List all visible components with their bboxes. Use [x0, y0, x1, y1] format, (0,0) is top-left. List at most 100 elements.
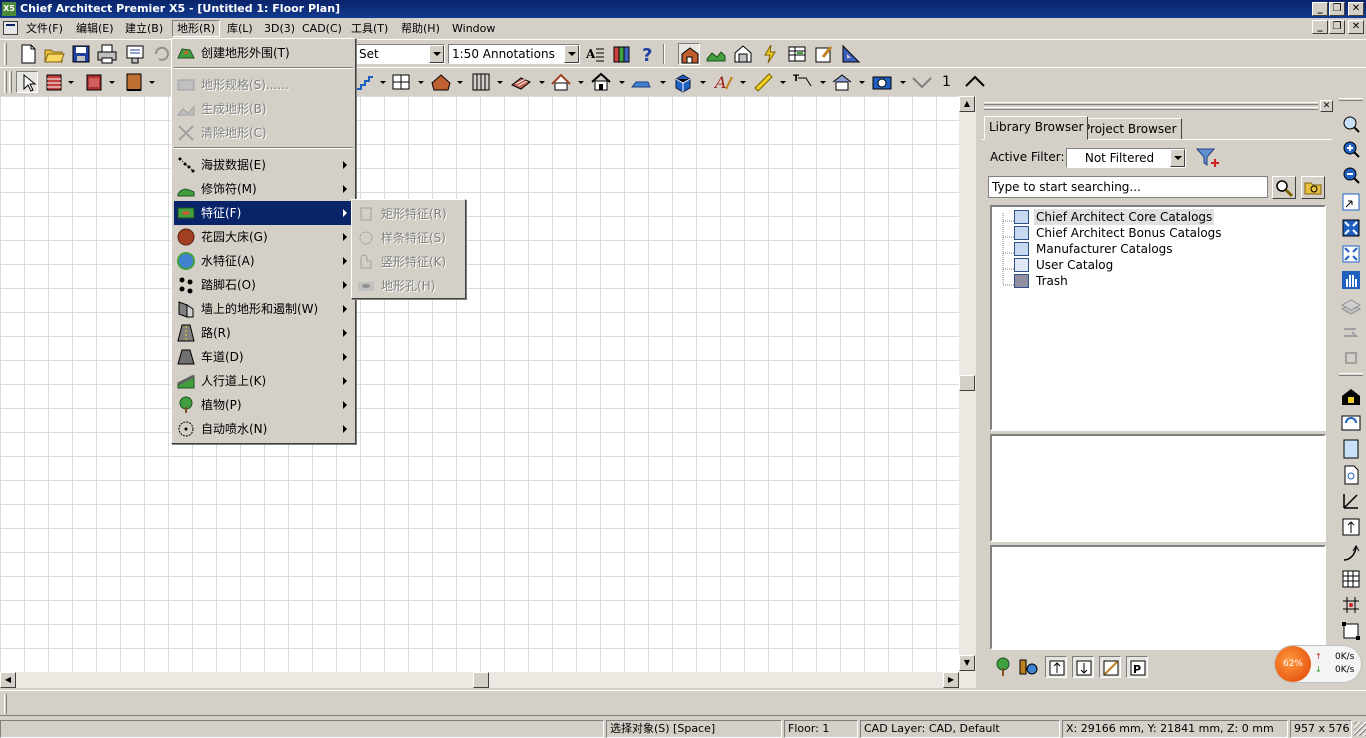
- save-icon[interactable]: [70, 43, 92, 65]
- menu-window[interactable]: Window: [448, 20, 499, 37]
- chevron-down-icon[interactable]: [68, 81, 74, 84]
- zoom-out-icon[interactable]: [1340, 165, 1362, 187]
- edit-box-icon[interactable]: [1340, 620, 1362, 642]
- cad-line-tool-icon[interactable]: T: [792, 71, 814, 93]
- fill-window-all-icon[interactable]: [1340, 243, 1362, 265]
- chevron-down-icon[interactable]: [109, 81, 115, 84]
- arrow-up-box-icon[interactable]: [1340, 516, 1362, 538]
- help-icon[interactable]: ?: [637, 43, 659, 66]
- annotation-icon[interactable]: [813, 43, 835, 65]
- scroll-up-icon[interactable]: ▲: [959, 96, 975, 112]
- floor-down-icon[interactable]: [911, 71, 933, 93]
- menu-help[interactable]: 帮助(H): [397, 20, 444, 37]
- toolbar-grip[interactable]: [4, 43, 7, 65]
- menu-item-road[interactable]: 路(R): [174, 321, 353, 345]
- menu-item-driveway[interactable]: 车道(D): [174, 345, 353, 369]
- 3d-box-tool-icon[interactable]: [672, 71, 694, 93]
- chevron-down-icon[interactable]: [700, 81, 706, 84]
- wall-tool-icon[interactable]: [43, 71, 65, 93]
- close-button[interactable]: ✕: [1348, 2, 1364, 16]
- filter-funnel-icon[interactable]: [1194, 145, 1220, 171]
- doc-restore-button[interactable]: ❐: [1329, 20, 1345, 34]
- camera-tool-icon[interactable]: [871, 71, 893, 93]
- menu-item-modifiers[interactable]: 修饰符(M): [174, 177, 353, 201]
- undo-view-icon[interactable]: [1340, 347, 1362, 369]
- preview-toggle-icon[interactable]: P: [1126, 656, 1148, 678]
- door-tool-icon[interactable]: [123, 71, 145, 93]
- menu-item-water-feature[interactable]: 水特征(A): [174, 249, 353, 273]
- library-tree[interactable]: Chief Architect Core Catalogs Chief Arch…: [990, 205, 1326, 431]
- stretch-object-icon[interactable]: [1099, 656, 1121, 678]
- floor-up-icon[interactable]: [964, 71, 986, 93]
- menu-item-terrain-hole[interactable]: 地形孔(H): [354, 274, 463, 298]
- menu-build[interactable]: 建立(B): [121, 20, 167, 37]
- minimize-button[interactable]: _: [1312, 2, 1328, 16]
- roof-tool-icon[interactable]: [430, 71, 452, 93]
- layers-icon[interactable]: [610, 43, 632, 65]
- chevron-down-icon[interactable]: [564, 45, 579, 63]
- menu-item-sidewalk[interactable]: 人行道上(K): [174, 369, 353, 393]
- select-arrow-icon[interactable]: [16, 71, 38, 93]
- library-object-icon[interactable]: [1017, 656, 1039, 678]
- menu-item-features[interactable]: 特征(F): [174, 201, 353, 225]
- scale-select[interactable]: 1:50 Annotations: [448, 44, 580, 64]
- vertical-scrollbar[interactable]: ▲ ▼: [959, 96, 976, 672]
- floor-plan-view-icon[interactable]: [678, 43, 700, 65]
- search-icon[interactable]: [1272, 176, 1296, 199]
- chevron-down-icon[interactable]: [149, 81, 155, 84]
- menu-terrain[interactable]: 地形(R): [172, 20, 221, 37]
- stairs-tool-icon[interactable]: [354, 71, 376, 93]
- menu-item-plant[interactable]: 植物(P): [174, 393, 353, 417]
- refresh-view-icon[interactable]: [1340, 412, 1362, 434]
- zoom-window-icon[interactable]: [1340, 191, 1362, 213]
- house-tool-icon[interactable]: [590, 71, 612, 93]
- chevron-down-icon[interactable]: [457, 81, 463, 84]
- menu-tools[interactable]: 工具(T): [347, 20, 392, 37]
- chevron-down-icon[interactable]: [820, 81, 826, 84]
- menu-item-curved-feature[interactable]: 竖形特征(K): [354, 250, 463, 274]
- chevron-down-icon[interactable]: [660, 81, 666, 84]
- electrical-icon[interactable]: [759, 43, 781, 65]
- scroll-thumb[interactable]: [959, 375, 975, 391]
- panel-grip[interactable]: [984, 107, 1318, 110]
- chevron-down-icon[interactable]: [859, 81, 865, 84]
- text-tool-icon[interactable]: A: [712, 71, 734, 93]
- search-folder-icon[interactable]: [1301, 176, 1325, 199]
- active-filter-select[interactable]: Not Filtered: [1066, 148, 1186, 168]
- framing-tool-icon[interactable]: [470, 71, 492, 93]
- chevron-down-icon[interactable]: [619, 81, 625, 84]
- deck-tool-icon[interactable]: [510, 71, 532, 93]
- zoom-in-icon[interactable]: [1340, 139, 1362, 161]
- chevron-down-icon[interactable]: [780, 81, 786, 84]
- chevron-down-icon[interactable]: [1170, 149, 1185, 167]
- scroll-down-icon[interactable]: ▼: [959, 655, 975, 671]
- drawing-canvas[interactable]: [0, 96, 960, 672]
- chevron-down-icon[interactable]: [497, 81, 503, 84]
- panel-grip[interactable]: [984, 102, 1318, 105]
- roof-plane-tool-icon[interactable]: [550, 71, 572, 93]
- elevation-tool-icon[interactable]: [831, 71, 853, 93]
- place-object-down-icon[interactable]: [1072, 656, 1094, 678]
- menu-item-rectangular-feature[interactable]: 矩形特征(R): [354, 202, 463, 226]
- print-icon[interactable]: [96, 43, 118, 65]
- fill-window-icon[interactable]: [1340, 217, 1362, 239]
- schedule-icon[interactable]: [786, 43, 808, 65]
- plant-chooser-icon[interactable]: [992, 656, 1014, 678]
- horizontal-scrollbar[interactable]: ◀ ▶: [0, 672, 976, 688]
- resize-grip[interactable]: [1354, 722, 1366, 736]
- chevron-down-icon[interactable]: [578, 81, 584, 84]
- triangle-ruler-icon[interactable]: [840, 43, 862, 65]
- open-folder-icon[interactable]: [43, 43, 65, 65]
- document-icon[interactable]: [3, 21, 18, 35]
- menu-item-terrain-specification[interactable]: 地形规格(S)......: [174, 73, 353, 97]
- scroll-right-icon[interactable]: ▶: [943, 672, 959, 688]
- menu-item-stepping-stones[interactable]: 踏脚石(O): [174, 273, 353, 297]
- zoom-icon[interactable]: [1340, 114, 1362, 136]
- tab-project-browser[interactable]: Project Browser: [1078, 118, 1182, 140]
- menu-item-create-terrain-perimeter[interactable]: 创建地形外围(T): [174, 41, 353, 65]
- menu-item-build-terrain[interactable]: 生成地形(B): [174, 97, 353, 121]
- menu-cad[interactable]: CAD(C): [298, 20, 346, 37]
- menu-item-clear-terrain[interactable]: 清除地形(C): [174, 121, 353, 145]
- print-preview-icon[interactable]: [124, 43, 146, 65]
- library-search-input[interactable]: Type to start searching...: [988, 176, 1268, 198]
